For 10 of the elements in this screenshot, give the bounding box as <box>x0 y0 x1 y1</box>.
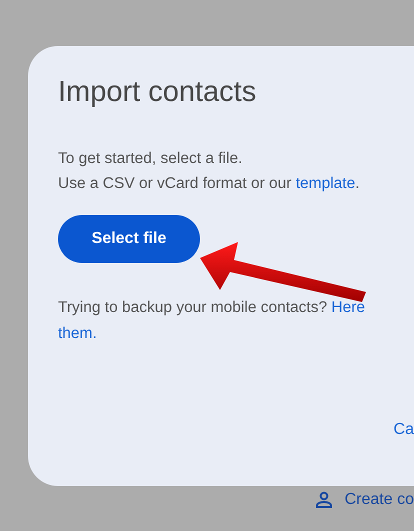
intro-text: To get started, select a file. Use a CSV or vCard format or our template. <box>58 149 361 194</box>
person-icon <box>314 491 333 509</box>
cancel-button[interactable]: Ca <box>394 418 414 442</box>
create-contact-button[interactable]: Create co <box>344 488 414 512</box>
select-file-button[interactable]: Select file <box>58 215 200 263</box>
help-link[interactable]: them. <box>58 325 97 342</box>
backup-text: Trying to backup your mobile contacts? Here them. <box>58 298 366 344</box>
template-link[interactable]: template <box>296 175 356 192</box>
dialog-title: Import contacts <box>58 75 258 110</box>
help-link[interactable]: Here <box>331 299 366 316</box>
